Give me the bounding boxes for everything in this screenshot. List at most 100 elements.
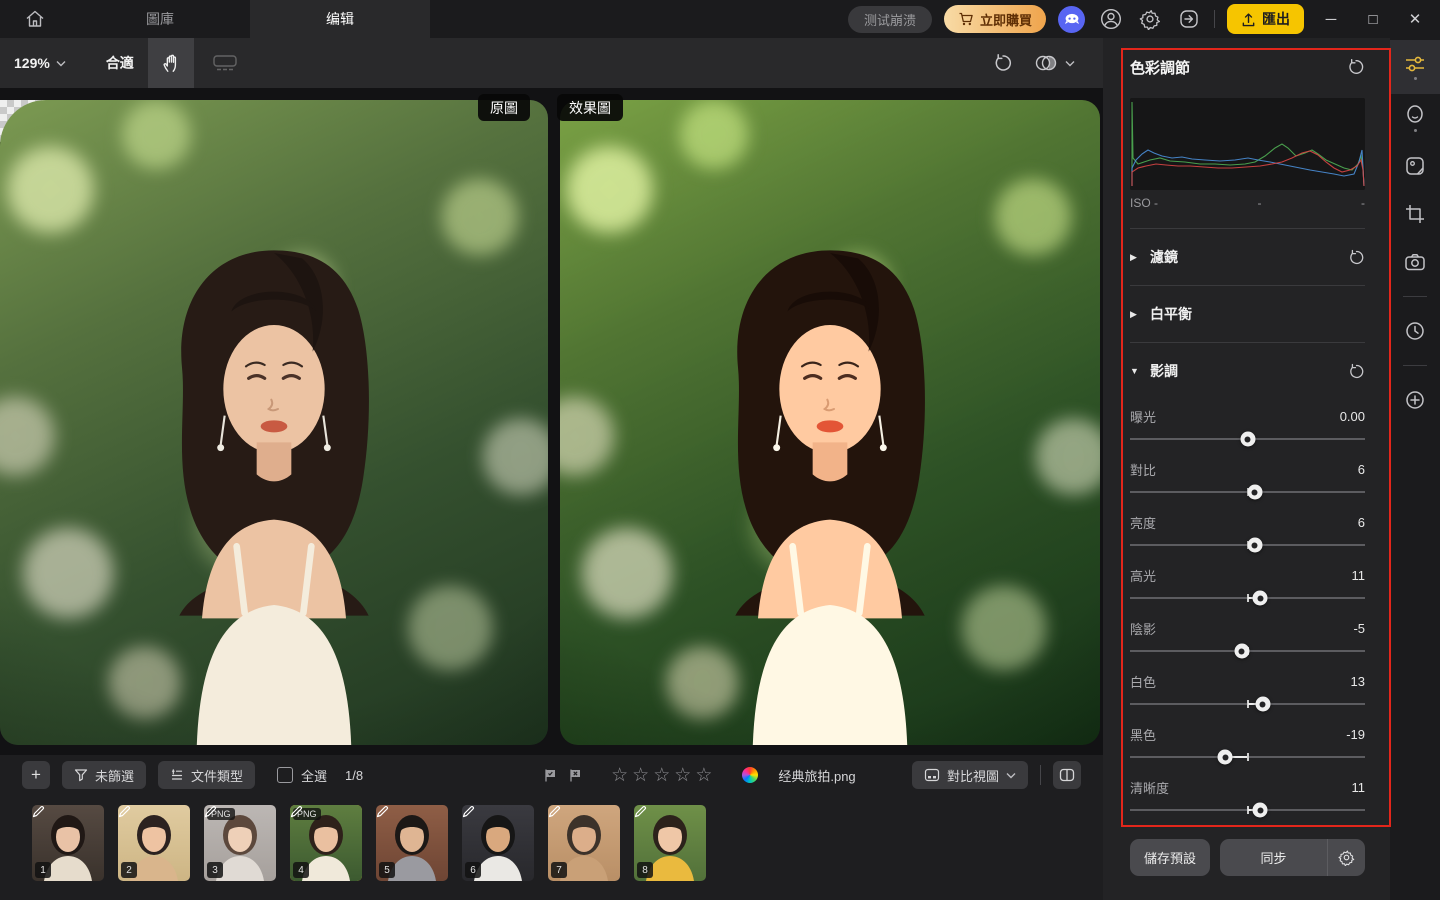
slider-handle[interactable]	[1247, 537, 1263, 553]
star-icon[interactable]: ☆	[695, 766, 712, 785]
thumb-number: 3	[207, 862, 223, 878]
section-tone[interactable]: ▼ 影調	[1130, 343, 1365, 399]
maximize-button[interactable]: □	[1358, 4, 1388, 34]
thumb-number: 2	[121, 862, 137, 878]
slider-handle[interactable]	[1252, 802, 1268, 818]
thumbnail[interactable]: PNG 3	[204, 805, 276, 881]
section-filter-label: 濾鏡	[1150, 249, 1178, 265]
gear-icon	[1338, 850, 1355, 866]
filter-button[interactable]: 未篩選	[62, 761, 147, 789]
select-all-checkbox[interactable]	[277, 767, 294, 783]
chevron-down-icon	[1065, 60, 1075, 66]
expand-arrow-icon: ▼	[1130, 366, 1139, 376]
tab-edit[interactable]: 编辑	[250, 0, 430, 38]
sidebar-item-portrait[interactable]	[1390, 142, 1440, 190]
filmstrip-toggle-button[interactable]	[202, 38, 248, 88]
flag-reject-icon[interactable]	[568, 768, 583, 783]
original-image[interactable]	[0, 100, 548, 745]
slider-track[interactable]	[1130, 590, 1365, 606]
slider-handle[interactable]	[1252, 590, 1268, 606]
slider-value: -19	[1346, 726, 1365, 742]
file-type-button[interactable]: 文件類型	[158, 761, 256, 789]
aperture-value: -	[1257, 196, 1262, 210]
sidebar-item-camera[interactable]	[1390, 238, 1440, 286]
filter-reset-button[interactable]	[1348, 249, 1365, 266]
slider-handle[interactable]	[1217, 749, 1233, 765]
select-all-control[interactable]: 全選	[277, 766, 327, 785]
titlebar-separator	[1214, 10, 1215, 28]
slider-track[interactable]	[1130, 484, 1365, 500]
sidebar-item-face-retouch[interactable]	[1390, 94, 1440, 142]
thumbnail[interactable]: PNG 4	[290, 805, 362, 881]
login-button[interactable]	[1175, 6, 1202, 33]
settings-button[interactable]	[1136, 6, 1163, 33]
thumbnail[interactable]: 1	[32, 805, 104, 881]
slider-track[interactable]	[1130, 431, 1365, 447]
sync-label: 同步	[1260, 851, 1287, 866]
fit-button[interactable]: 合適	[106, 53, 134, 73]
section-white-balance[interactable]: ▶ 白平衡	[1130, 286, 1365, 342]
hand-tool-button[interactable]	[147, 38, 194, 88]
save-preset-button[interactable]: 儲存預設	[1130, 839, 1211, 876]
thumbnail[interactable]: 6	[462, 805, 534, 881]
adjustment-slider-row: 高光 11	[1130, 558, 1365, 611]
slider-handle[interactable]	[1247, 484, 1263, 500]
sync-settings-button[interactable]	[1327, 839, 1365, 876]
thumbnail[interactable]: 2	[118, 805, 190, 881]
slider-track[interactable]	[1130, 749, 1365, 765]
discord-button[interactable]	[1058, 5, 1085, 33]
test-crash-button[interactable]: 测试崩溃	[847, 5, 932, 33]
add-photo-button[interactable]: +	[22, 761, 50, 789]
compare-view-button[interactable]: 對比視圖	[911, 761, 1028, 789]
thumbnail[interactable]: 7	[548, 805, 620, 881]
effect-image[interactable]	[560, 100, 1100, 745]
slider-handle[interactable]	[1234, 643, 1250, 659]
star-icon[interactable]: ☆	[632, 766, 649, 785]
undo-button[interactable]	[993, 53, 1013, 73]
zoom-level-dropdown[interactable]: 129%	[14, 55, 66, 71]
account-button[interactable]	[1097, 6, 1124, 33]
color-label-wheel[interactable]	[742, 767, 759, 783]
slider-track[interactable]	[1130, 696, 1365, 712]
star-icon[interactable]: ☆	[674, 766, 691, 785]
buy-now-button[interactable]: 立即購買	[943, 5, 1046, 33]
compare-mode-button[interactable]	[1033, 53, 1075, 73]
edit-pencil-icon	[32, 806, 44, 818]
section-white-balance-label: 白平衡	[1150, 306, 1192, 322]
filmstrip-controls: + 未篩選 文件類型 全選 1/8 ☆ ☆ ☆ ☆ ☆ 经典旅拍.png 對比視…	[0, 755, 1103, 795]
section-filter[interactable]: ▶ 濾鏡	[1130, 229, 1365, 285]
home-button[interactable]	[0, 0, 70, 38]
close-button[interactable]: ✕	[1400, 4, 1430, 34]
sidebar-item-add-tool[interactable]	[1390, 376, 1440, 424]
export-button[interactable]: 匯出	[1227, 4, 1304, 34]
split-view-button[interactable]	[1053, 761, 1081, 789]
tab-gallery[interactable]: 圖庫	[70, 0, 250, 38]
star-rating: ☆ ☆ ☆ ☆ ☆	[611, 766, 712, 785]
adjustment-slider-row: 陰影 -5	[1130, 611, 1365, 664]
minimize-button[interactable]: ─	[1316, 4, 1346, 34]
slider-track[interactable]	[1130, 802, 1365, 818]
star-icon[interactable]: ☆	[653, 766, 670, 785]
slider-label: 黑色	[1130, 727, 1157, 743]
home-icon	[26, 10, 44, 27]
thumbnail[interactable]: 5	[376, 805, 448, 881]
flag-pick-icon[interactable]	[543, 768, 558, 783]
thumbnail[interactable]: 8	[634, 805, 706, 881]
sync-button[interactable]: 同步	[1220, 839, 1327, 876]
sidebar-item-history[interactable]	[1390, 307, 1440, 355]
current-filename: 经典旅拍.png	[778, 768, 856, 784]
collapse-arrow-icon: ▶	[1130, 251, 1137, 262]
thumb-number: 1	[35, 862, 51, 878]
sidebar-item-adjust[interactable]	[1390, 40, 1440, 94]
star-icon[interactable]: ☆	[611, 766, 628, 785]
shutter-value: -	[1360, 196, 1365, 210]
panel-reset-button[interactable]	[1347, 58, 1365, 76]
section-tone-label: 影調	[1150, 363, 1178, 379]
slider-track[interactable]	[1130, 643, 1365, 659]
portrait-image-icon	[1406, 157, 1424, 175]
sidebar-item-crop[interactable]	[1390, 190, 1440, 238]
slider-handle[interactable]	[1240, 431, 1255, 447]
tone-reset-button[interactable]	[1348, 363, 1365, 380]
slider-handle[interactable]	[1255, 696, 1271, 712]
slider-track[interactable]	[1130, 537, 1365, 553]
